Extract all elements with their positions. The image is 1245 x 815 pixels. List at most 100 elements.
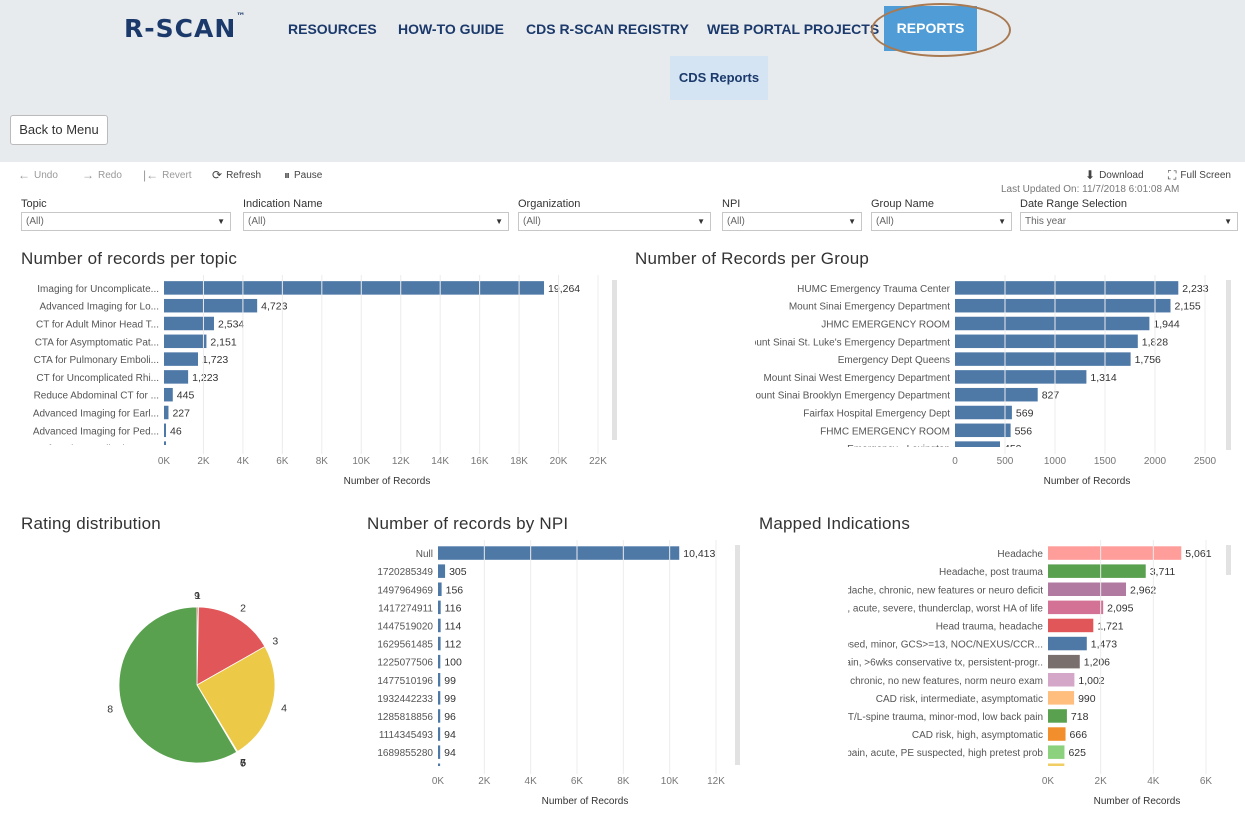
group-chart-category-label: HUMC Emergency Trauma Center <box>797 284 950 295</box>
indications-chart-value-label: 625 <box>1068 747 1086 759</box>
npi-chart-value-label: 91 <box>444 765 456 777</box>
topic-chart-category-label: Advanced Imaging for Earl... <box>33 409 159 420</box>
npi-chart-category-label: 1114345493 <box>379 730 434 741</box>
pie-slice-label: 9 <box>194 590 200 602</box>
indications-chart-bar <box>1048 600 1104 615</box>
topic-chart-bar <box>164 441 166 445</box>
group-chart-category-label: Mount Sinai St. Luke's Emergency Departm… <box>742 337 950 348</box>
topic-chart-value-label: 227 <box>172 408 190 420</box>
topic-chart-axis-title: Number of Records <box>344 476 431 487</box>
indications-chart-bar <box>1048 745 1065 759</box>
indications-chart-value-label: 1,721 <box>1097 620 1123 632</box>
group-chart-value-label: 2,155 <box>1175 301 1201 313</box>
npi-chart-category-label: 1447519020 <box>377 621 433 632</box>
pie-slice-label: 8 <box>107 704 113 716</box>
group-chart-category-label: JHMC EMERGENCY ROOM <box>821 320 950 331</box>
topic-chart-value-label: 1,223 <box>192 372 218 384</box>
group-chart-tick-label: 1000 <box>1044 456 1067 467</box>
npi-chart-value-label: 94 <box>444 729 456 741</box>
indications-chart-tick-label: 2K <box>1095 776 1108 787</box>
npi-chart-category-label: 1629561485 <box>377 640 433 651</box>
topic-chart-value-label: 445 <box>177 390 195 402</box>
indications-chart-value-label: 990 <box>1078 693 1096 705</box>
rating-pie: 123456789 <box>107 590 287 769</box>
indications-chart-bar <box>1048 546 1182 560</box>
npi-chart-category-label: 1497964969 <box>377 585 433 596</box>
topic-chart-tick-label: 18K <box>510 456 528 467</box>
indications-chart-bar <box>1048 654 1080 669</box>
topic-chart-category-label: CTA for Asymptomatic Pat... <box>35 337 159 348</box>
npi-chart: Null 10,413 1720285349 305 1497964969 156 1417… <box>377 540 725 807</box>
topic-chart-value-label: 18 <box>170 443 182 455</box>
group-chart-category-label: Mount Sinai Emergency Department <box>789 302 950 313</box>
indications-chart-bar <box>1048 636 1087 651</box>
topic-chart-tick-label: 4K <box>237 456 250 467</box>
npi-chart-rows: Null 10,413 1720285349 305 1497964969 156 1417… <box>377 546 716 777</box>
indications-chart-value-label: 2,095 <box>1107 602 1133 614</box>
indications-chart: Headache 5,061Headache, post trauma 3,711H… <box>848 540 1212 807</box>
npi-chart-value-label: 99 <box>444 693 456 705</box>
group-chart-tick-label: 1500 <box>1094 456 1117 467</box>
group-chart-tick-label: 0 <box>952 456 958 467</box>
npi-chart-value-label: 305 <box>449 566 467 578</box>
indications-chart-category-label: T/L-spine trauma, minor-mod, low back pa… <box>848 712 1043 723</box>
indications-chart-axis-title: Number of Records <box>1094 796 1181 807</box>
npi-chart-value-label: 10,413 <box>683 548 715 560</box>
group-chart-value-label: 450 <box>1004 443 1022 455</box>
topic-chart-category-label: CT for Adult Minor Head T... <box>36 320 159 331</box>
pie-slice-label: 7 <box>240 757 246 769</box>
topic-chart-tick-label: 20K <box>550 456 568 467</box>
indications-chart-rows: Headache 5,061Headache, post trauma 3,711H… <box>848 546 1212 766</box>
topic-chart-tick-label: 0K <box>158 456 171 467</box>
indications-chart-category-label: Headache, post trauma <box>939 567 1043 578</box>
topic-chart-category-label: CT for Uncomplicated Rhi... <box>36 373 159 384</box>
npi-chart-bar <box>438 745 441 759</box>
npi-chart-value-label: 112 <box>445 639 462 651</box>
indications-chart-value-label: 1,473 <box>1091 639 1117 651</box>
group-chart-bar <box>955 370 1087 384</box>
indications-chart-value-label: 5,061 <box>1185 548 1211 560</box>
npi-chart-category-label: 1225077506 <box>377 658 433 669</box>
npi-chart-bar <box>438 582 442 596</box>
group-chart-bar <box>955 423 1011 438</box>
topic-chart-tick-label: 12K <box>392 456 410 467</box>
npi-chart-value-label: 114 <box>445 620 462 632</box>
group-chart-category-label: FHMC EMERGENCY ROOM <box>820 426 950 437</box>
group-chart-category-label: Emergency Dept Queens <box>838 355 950 366</box>
npi-chart-bar <box>438 618 441 633</box>
group-chart-tick-label: 2000 <box>1144 456 1167 467</box>
npi-chart-bar <box>438 691 441 705</box>
npi-chart-category-label: 1295827046 <box>377 766 433 777</box>
npi-chart-bar <box>438 709 441 723</box>
group-chart-category-label: Fairfax Hospital Emergency Dept <box>803 409 950 420</box>
topic-chart-value-label: 46 <box>170 425 182 437</box>
group-chart: HUMC Emergency Trauma Center 2,233Mount S… <box>742 275 1217 487</box>
group-chart-rows: HUMC Emergency Trauma Center 2,233Mount S… <box>742 281 1209 455</box>
group-chart-value-label: 556 <box>1015 425 1033 437</box>
npi-chart-value-label: 99 <box>444 675 456 687</box>
group-chart-bar <box>955 298 1171 313</box>
topic-chart-bar <box>164 370 189 384</box>
indications-chart-bar <box>1048 763 1065 766</box>
npi-chart-bar <box>438 564 446 578</box>
indications-chart-bar <box>1048 691 1075 705</box>
group-chart-value-label: 1,944 <box>1153 319 1179 331</box>
topic-chart-bar <box>164 387 173 402</box>
topic-chart-value-label: 19,264 <box>548 283 580 295</box>
npi-chart-category-label: 1285818856 <box>377 712 433 723</box>
topic-chart-category-label: Reduce Abdominal CT for ... <box>34 391 159 402</box>
npi-chart-category-label: 1477510196 <box>377 676 433 687</box>
topic-chart-category-label: Advanced Imaging for Ped... <box>33 426 159 437</box>
npi-chart-tick-label: 0K <box>432 776 445 787</box>
topic-chart-value-label: 2,151 <box>210 336 236 348</box>
indications-chart-category-label: Head trauma, headache <box>936 621 1044 632</box>
topic-chart-rows: Imaging for Uncomplicate... 19,264 Advance… <box>32 281 580 455</box>
indications-chart-bar <box>1048 709 1067 723</box>
group-chart-category-label: Mount Sinai Brooklyn Emergency Departmen… <box>747 391 950 402</box>
indications-chart-category-label: Headache <box>997 549 1043 560</box>
indications-chart-value-label: 2,962 <box>1130 584 1156 596</box>
topic-chart-tick-label: 6K <box>276 456 289 467</box>
indications-chart-bar <box>1048 582 1126 596</box>
group-chart-axis-title: Number of Records <box>1044 476 1131 487</box>
topic-chart-bar <box>164 316 214 331</box>
